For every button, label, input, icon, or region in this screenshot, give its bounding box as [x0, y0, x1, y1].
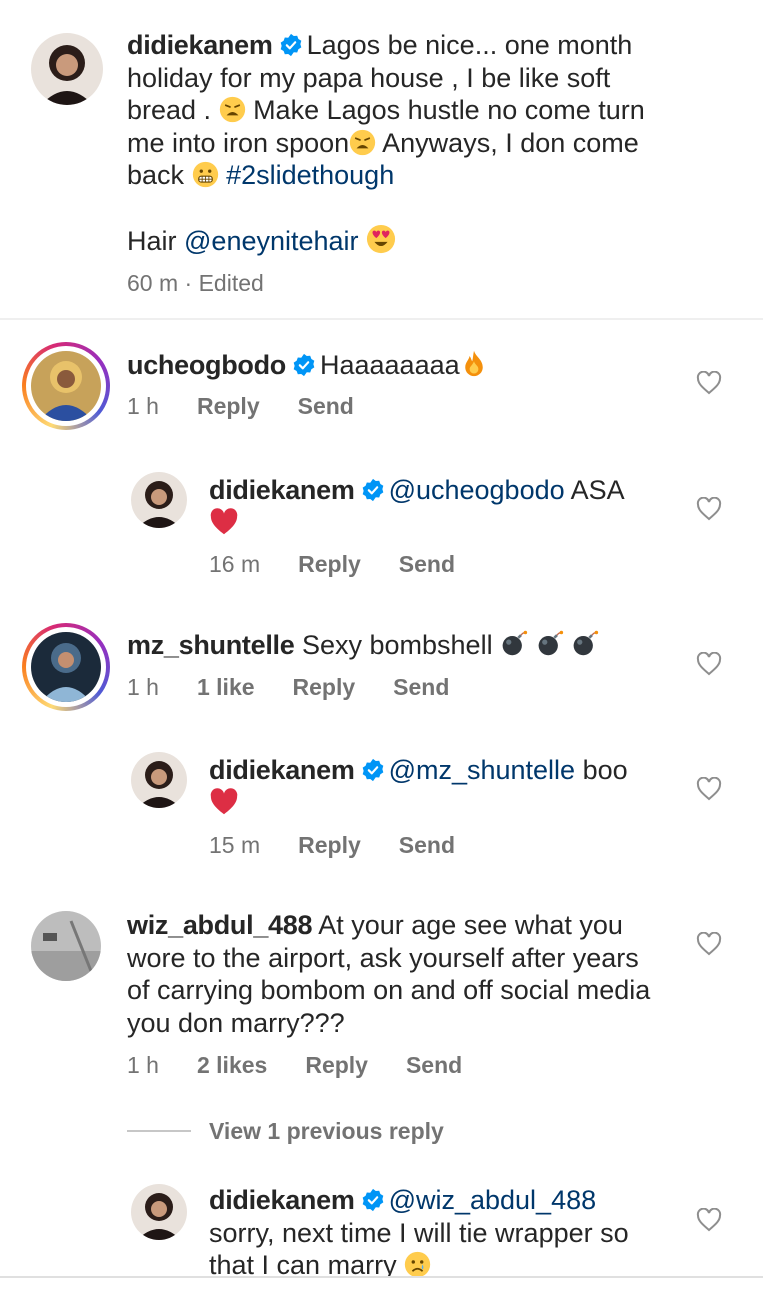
reply-meta: 15 m Reply Send — [209, 832, 493, 859]
red-heart-emoji — [209, 787, 239, 817]
author-avatar[interactable] — [31, 33, 103, 105]
reply-time: 15 m — [209, 832, 261, 858]
comment-text: mz_shuntelle Sexy bombshell — [127, 628, 687, 662]
weary-face-emoji — [349, 129, 376, 156]
bomb-emoji — [536, 628, 564, 658]
commenter-username[interactable]: wiz_abdul_488 — [127, 910, 312, 940]
reply-meta: 16 m Reply Send — [209, 551, 493, 578]
reply-button[interactable]: Reply — [197, 393, 260, 419]
comment-time: 1 h — [127, 1052, 159, 1078]
mention-link[interactable]: @eneynitehair — [184, 226, 359, 256]
edited-label: · Edited — [184, 270, 264, 296]
send-button[interactable]: Send — [399, 832, 455, 858]
reply-button[interactable]: Reply — [298, 551, 361, 577]
likes-count[interactable]: 1 like — [197, 674, 255, 700]
like-heart-icon[interactable] — [696, 1208, 722, 1232]
reply-avatar[interactable] — [131, 752, 187, 808]
comment-text: ucheogbodo Haaaaaaaa — [127, 348, 687, 382]
comment-meta: 1 h Reply Send — [127, 393, 392, 420]
grimacing-face-emoji — [192, 161, 219, 188]
send-button[interactable]: Send — [298, 393, 354, 419]
caption-text: didiekanem Lagos be nice... one month hol… — [127, 30, 645, 256]
commenter-avatar[interactable] — [31, 351, 101, 421]
verified-badge-icon — [361, 478, 385, 502]
comment-meta: 1 h 1 like Reply Send — [127, 674, 487, 701]
post-caption: didiekanem Lagos be nice... one month hol… — [0, 0, 763, 320]
send-button[interactable]: Send — [406, 1052, 462, 1078]
send-button[interactable]: Send — [399, 551, 455, 577]
reply-avatar[interactable] — [131, 472, 187, 528]
like-heart-icon[interactable] — [696, 777, 722, 801]
bomb-emoji — [571, 628, 599, 658]
reply-text: didiekanem @mz_shuntelle boo — [209, 754, 679, 820]
comment-time: 1 h — [127, 674, 159, 700]
like-heart-icon[interactable] — [696, 652, 722, 676]
weary-face-emoji — [219, 96, 246, 123]
verified-badge-icon — [361, 1188, 385, 1212]
reply-avatar[interactable] — [131, 1184, 187, 1240]
caption-time: 60 m — [127, 270, 179, 296]
reply-username[interactable]: didiekanem — [209, 755, 355, 785]
reply-button[interactable]: Reply — [305, 1052, 368, 1078]
reply-text: didiekanem @ucheogbodo ASA — [209, 474, 679, 540]
commenter-avatar[interactable] — [31, 632, 101, 702]
verified-badge-icon — [361, 758, 385, 782]
comment-time: 1 h — [127, 393, 159, 419]
commenter-avatar[interactable] — [31, 911, 101, 981]
like-heart-icon[interactable] — [696, 497, 722, 521]
reply-username[interactable]: didiekanem — [209, 475, 355, 505]
like-heart-icon[interactable] — [696, 932, 722, 956]
view-previous-label[interactable]: View 1 previous reply — [209, 1118, 444, 1145]
verified-badge-icon — [292, 353, 316, 377]
bomb-emoji — [500, 628, 528, 658]
bottom-divider — [0, 1276, 763, 1278]
heart-eyes-emoji — [366, 224, 396, 254]
reply-button[interactable]: Reply — [293, 674, 356, 700]
like-heart-icon[interactable] — [696, 371, 722, 395]
caption-username[interactable]: didiekanem — [127, 30, 273, 60]
mention-link[interactable]: @ucheogbodo — [389, 475, 565, 505]
red-heart-emoji — [209, 507, 239, 537]
verified-badge-icon — [279, 33, 303, 57]
fire-emoji — [460, 348, 488, 378]
commenter-username[interactable]: ucheogbodo — [127, 350, 286, 380]
reply-text: didiekanem @wiz_abdul_488 sorry, next tim… — [209, 1185, 629, 1276]
reply-time: 16 m — [209, 551, 261, 577]
reply-username[interactable]: didiekanem — [209, 1185, 355, 1215]
comment-meta: 1 h 2 likes Reply Send — [127, 1052, 500, 1079]
hashtag-link[interactable]: #2slidethough — [226, 160, 394, 190]
likes-count[interactable]: 2 likes — [197, 1052, 267, 1078]
send-button[interactable]: Send — [393, 674, 449, 700]
replies-line — [127, 1130, 191, 1132]
crying-face-emoji — [404, 1251, 431, 1276]
mention-link[interactable]: @wiz_abdul_488 — [389, 1185, 597, 1215]
caption-meta: 60 m · Edited — [127, 270, 264, 297]
comment-text: wiz_abdul_488 At your age see what you w… — [127, 910, 651, 1038]
commenter-username[interactable]: mz_shuntelle — [127, 630, 295, 660]
reply-button[interactable]: Reply — [298, 832, 361, 858]
caption-divider — [0, 318, 763, 320]
mention-link[interactable]: @mz_shuntelle — [389, 755, 576, 785]
